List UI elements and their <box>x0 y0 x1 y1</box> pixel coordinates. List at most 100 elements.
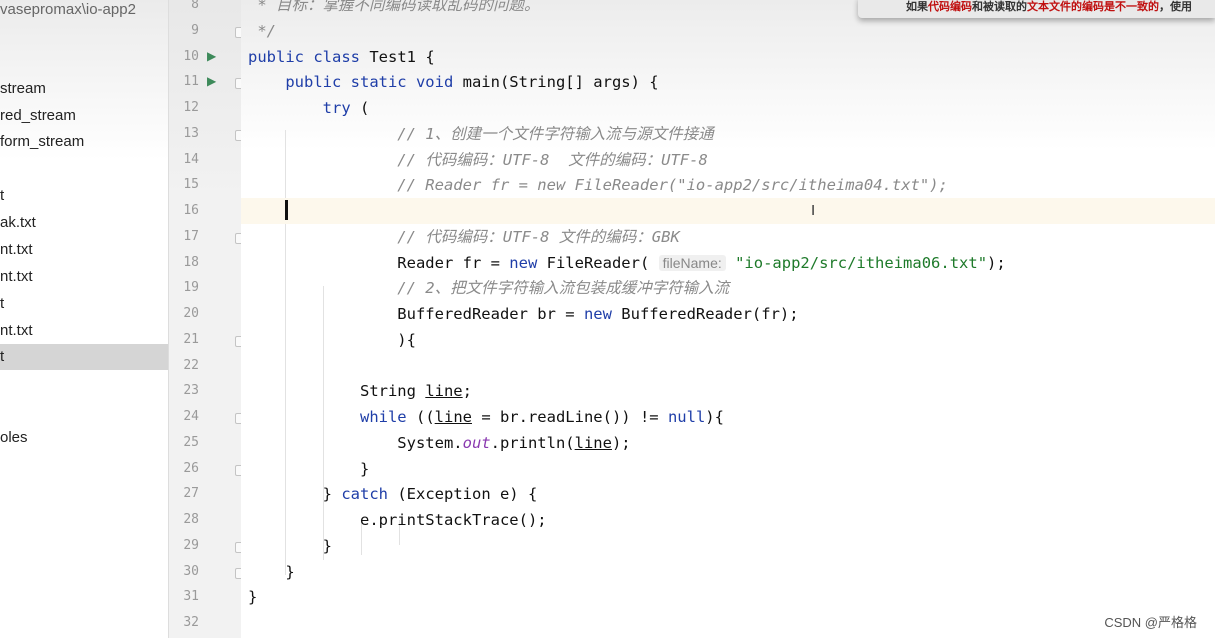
popup-text: ，使用 <box>1159 1 1192 13</box>
project-tree: vasepromax\io-app2 stream red_stream form_… <box>0 0 168 638</box>
code-token: new <box>509 253 547 272</box>
code-line[interactable]: while ((line = br.readLine()) != null){ <box>248 404 724 430</box>
line-number: 31 <box>183 589 199 605</box>
code-token: line <box>434 408 472 426</box>
code-token: try <box>248 99 360 117</box>
code-token: main(String[] args) { <box>462 73 659 92</box>
tree-item[interactable]: oles <box>0 425 168 451</box>
code-token: "io-app2/src/itheima06.txt" <box>725 253 988 272</box>
code-line[interactable]: Reader fr = new FileReader( fileName: "i… <box>248 250 1005 276</box>
code-token: ); <box>611 433 631 452</box>
tree-item[interactable]: red_stream <box>0 103 168 129</box>
tree-item[interactable]: stream <box>0 76 168 102</box>
code-token: catch <box>341 485 398 504</box>
tree-item[interactable]: nt.txt <box>0 237 168 263</box>
code-token: public class <box>248 47 370 66</box>
code-line[interactable]: BufferedReader br = new BufferedReader(f… <box>248 301 799 327</box>
code-token: null <box>667 408 706 426</box>
code-line[interactable]: System.out.println(line); <box>248 430 631 456</box>
line-number: 32 <box>183 615 199 630</box>
tree-item[interactable]: nt.txt <box>0 318 168 344</box>
code-token: = br.readLine()) != <box>471 408 668 426</box>
code-token: Test1 { <box>369 47 435 66</box>
code-token: ){ <box>705 408 724 426</box>
tree-item[interactable]: t <box>0 183 168 209</box>
code-token: String <box>248 382 426 401</box>
code-token: ){ <box>248 330 416 349</box>
run-icon[interactable]: ▶ <box>207 49 216 63</box>
editor-gutter: 8 9 10 ▶ 11 ▶ 12 13 14 15 16 17 18 19 20 21 22 23 24 25 26 27… <box>168 0 246 638</box>
code-line[interactable]: String line; <box>248 378 472 404</box>
code-token: e.printStackTrace(); <box>248 511 547 529</box>
code-line[interactable]: public static void main(String[] args) { <box>248 69 659 95</box>
code-token: line <box>425 382 463 401</box>
code-line[interactable]: // Reader fr = new FileReader("io-app2/s… <box>248 172 948 198</box>
line-number: 14 <box>183 151 199 167</box>
code-token: BufferedReader(fr); <box>621 305 799 323</box>
code-line[interactable]: // 代码编码：UTF-8 文件的编码：GBK <box>248 224 680 250</box>
code-token: out <box>462 433 491 452</box>
code-line[interactable]: // 1、创建一个文件字符输入流与源文件接通 <box>248 121 713 147</box>
line-number: 10 <box>183 48 199 64</box>
code-token: while <box>248 408 416 426</box>
current-line-highlight <box>241 198 1215 224</box>
code-token: BufferedReader br = <box>248 305 584 323</box>
line-number: 20 <box>183 306 199 321</box>
code-token: * 目标：掌握不同编码读取乱码的问题。 <box>248 0 540 14</box>
tree-item[interactable]: form_stream <box>0 129 168 155</box>
code-line[interactable]: * 目标：掌握不同编码读取乱码的问题。 <box>248 0 540 18</box>
code-editor[interactable]: * 目标：掌握不同编码读取乱码的问题。 */ public class Test1… <box>241 0 1215 638</box>
code-token: (Exception e) { <box>397 485 538 504</box>
code-token: Reader fr = <box>248 253 510 272</box>
code-token: } <box>248 459 370 478</box>
code-line[interactable]: } <box>248 584 257 610</box>
code-token: // 代码编码：UTF-8 文件的编码：UTF-8 <box>248 150 708 169</box>
tree-item[interactable]: t <box>0 291 168 317</box>
code-line[interactable]: e.printStackTrace(); <box>248 507 547 533</box>
code-line[interactable]: */ <box>248 18 276 44</box>
watermark: CSDN @严格格 <box>1104 615 1197 630</box>
popup-text: 和被读取的 <box>972 1 1027 13</box>
code-token: (( <box>415 408 435 426</box>
code-token: public static void <box>248 73 463 92</box>
popup-text: 如果 <box>906 1 928 13</box>
code-token: line <box>574 433 612 452</box>
line-number: 25 <box>183 434 199 450</box>
line-number: 27 <box>183 486 199 502</box>
code-token: } <box>248 536 332 555</box>
line-number: 26 <box>183 460 199 476</box>
line-number: 9 <box>191 22 199 38</box>
code-line[interactable]: } <box>248 559 294 585</box>
code-token: ( <box>359 99 370 117</box>
code-line[interactable]: ){ <box>248 327 416 353</box>
line-number: 30 <box>183 563 199 579</box>
code-token: // 2、把文件字符输入流包装成缓冲字符输入流 <box>248 279 730 298</box>
code-token: FileReader( <box>546 253 659 272</box>
code-line[interactable]: // 2、把文件字符输入流包装成缓冲字符输入流 <box>248 275 729 301</box>
text-caret <box>285 200 288 220</box>
code-line[interactable]: try ( <box>248 95 370 121</box>
line-number: 16 <box>183 203 199 218</box>
code-line[interactable]: } catch (Exception e) { <box>248 481 538 507</box>
line-number: 22 <box>183 357 199 373</box>
line-number: 19 <box>183 280 199 296</box>
tree-item[interactable]: t <box>0 344 168 370</box>
code-token: } <box>248 485 342 504</box>
code-line[interactable]: } <box>248 456 369 482</box>
mouse-ibeam-cursor: I <box>811 202 816 219</box>
line-number: 8 <box>191 0 199 12</box>
line-number: 17 <box>183 228 199 244</box>
parameter-hint: fileName: <box>658 254 726 271</box>
line-number: 15 <box>183 177 199 193</box>
code-line[interactable]: // 代码编码：UTF-8 文件的编码：UTF-8 <box>248 147 708 173</box>
code-token: System. <box>248 433 463 452</box>
tree-item[interactable]: ak.txt <box>0 210 168 236</box>
run-icon[interactable]: ▶ <box>207 74 216 88</box>
code-line[interactable]: public class Test1 { <box>248 44 435 70</box>
code-token: .println( <box>490 433 575 452</box>
subtitle-popup: 如果代码编码和被读取的文本文件的编码是不一致的，使用 <box>858 0 1215 18</box>
tree-item[interactable]: nt.txt <box>0 264 168 290</box>
code-token: new <box>583 305 622 323</box>
popup-text: 代码编码 <box>928 1 972 13</box>
code-line[interactable]: } <box>248 533 332 559</box>
